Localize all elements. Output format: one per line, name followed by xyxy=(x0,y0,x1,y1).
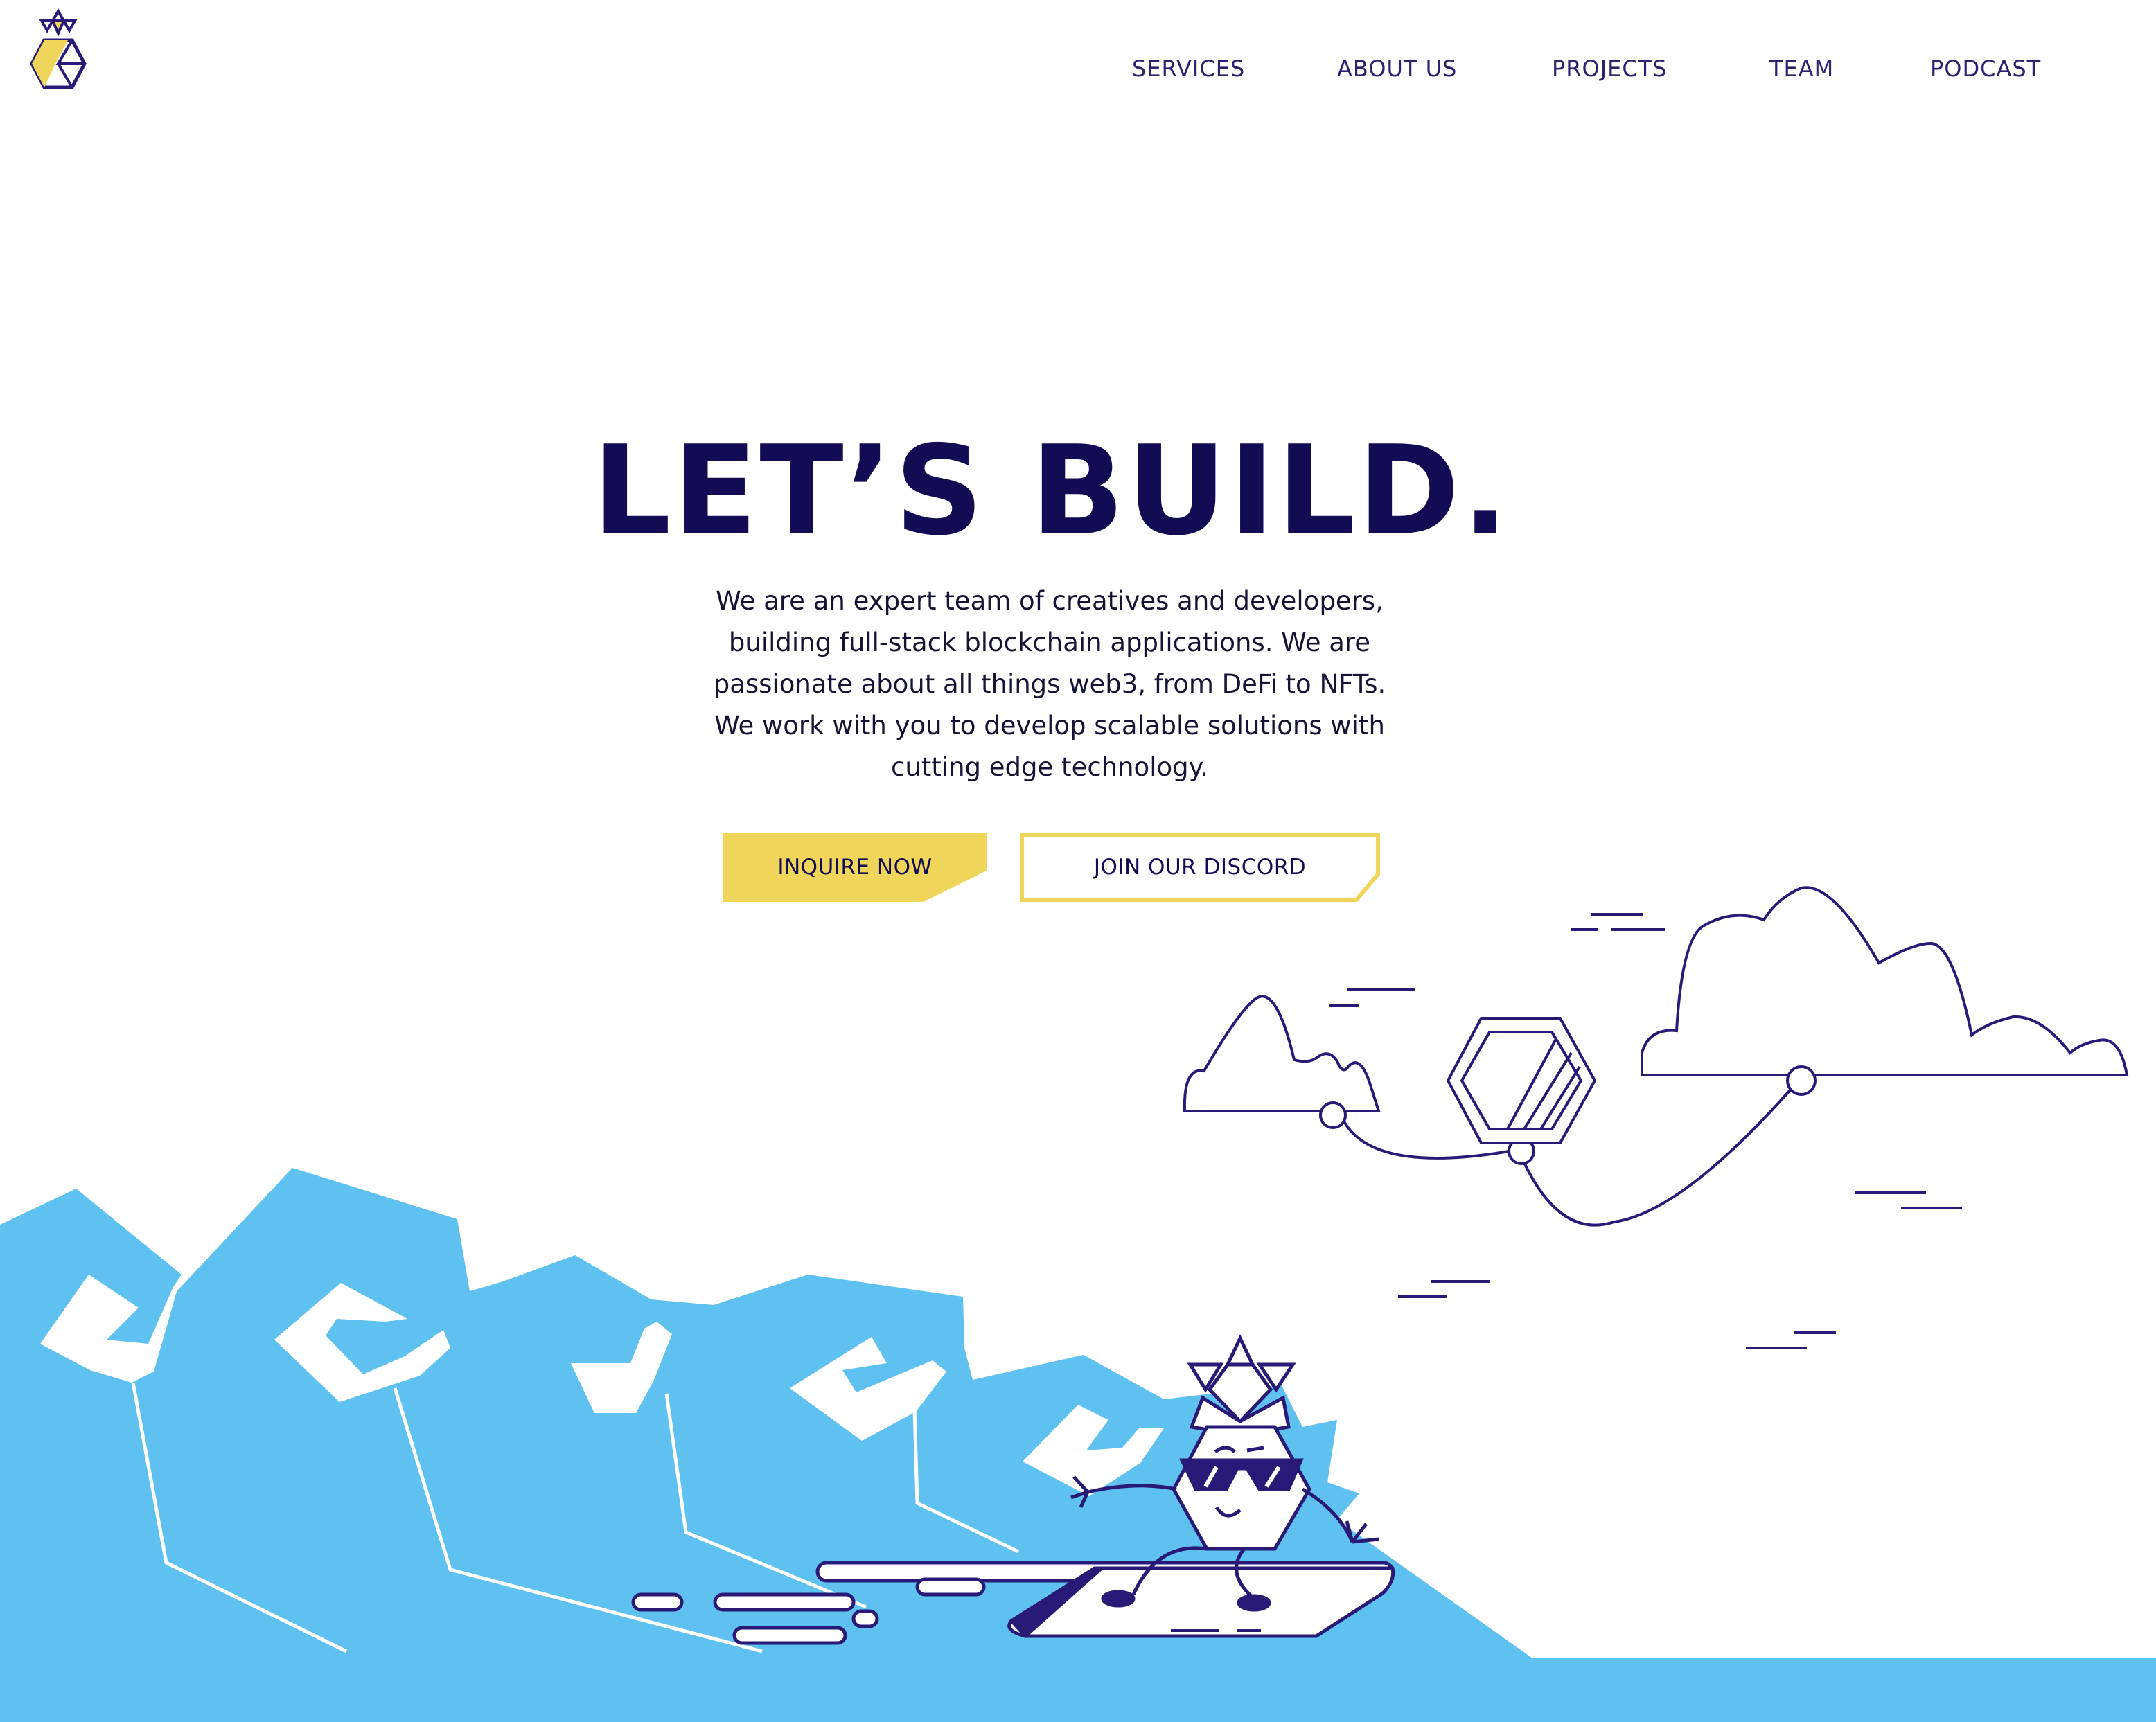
cloud-left-icon xyxy=(1183,995,1381,1112)
hoverboard-phone-icon xyxy=(631,1561,1395,1645)
hero-title: LET’S BUILD. xyxy=(592,419,1511,562)
ground-strip xyxy=(0,1658,2156,1722)
inquire-now-button[interactable]: INQUIRE NOW xyxy=(723,833,987,902)
nav-about-us[interactable]: ABOUT US xyxy=(1337,55,1457,82)
hexagon-kite-icon xyxy=(1446,1017,1597,1144)
pineapple-mascot-icon xyxy=(1070,1334,1379,1612)
hero-description: We are an expert team of creatives and d… xyxy=(713,586,1386,782)
join-discord-label: JOIN OUR DISCORD xyxy=(1093,855,1307,880)
top-nav: SERVICES ABOUT US PROJECTS TEAM PODCAST xyxy=(0,55,2156,90)
wave-curls-icon xyxy=(40,1275,1164,1496)
nav-projects[interactable]: PROJECTS xyxy=(1552,55,1668,82)
join-discord-button[interactable]: JOIN OUR DISCORD xyxy=(1020,833,1380,902)
nav-podcast[interactable]: PODCAST xyxy=(1930,55,2041,82)
cloud-right-icon xyxy=(1641,886,2129,1076)
wave-mountains-icon xyxy=(0,1168,1532,1658)
nav-services[interactable]: SERVICES xyxy=(1132,55,1245,82)
wind-lines-icon xyxy=(1329,913,1962,1349)
nav-team[interactable]: TEAM xyxy=(1769,55,1834,82)
